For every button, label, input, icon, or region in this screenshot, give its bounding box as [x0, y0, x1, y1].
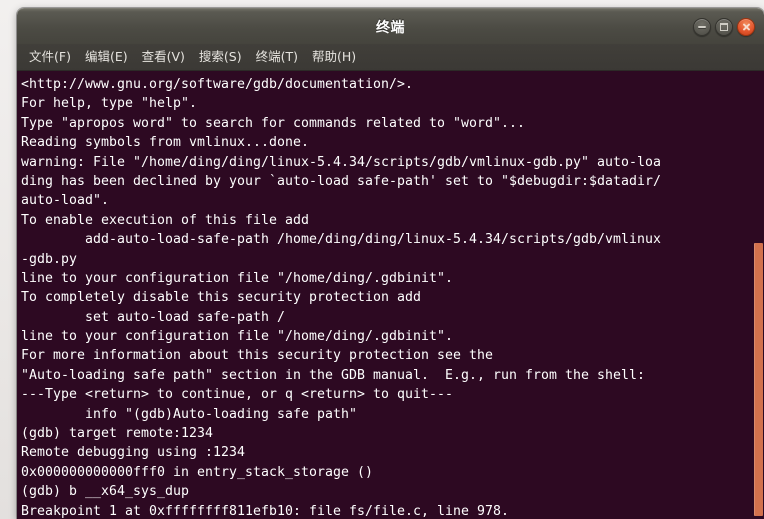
terminal-line: warning: File "/home/ding/ding/linux-5.4…	[21, 154, 661, 170]
terminal-line: Type "apropos word" to search for comman…	[21, 115, 525, 131]
terminal-line: line to your configuration file "/home/d…	[21, 270, 453, 286]
menu-terminal[interactable]: 终端(T)	[249, 48, 305, 67]
terminal-line: line to your configuration file "/home/d…	[21, 329, 453, 345]
terminal-line: auto-load".	[21, 193, 109, 209]
close-icon	[742, 22, 751, 31]
terminal-line: "Auto-loading safe path" section in the …	[21, 367, 645, 383]
terminal-line: set auto-load safe-path /	[21, 309, 285, 325]
terminal-line: -gdb.py	[21, 251, 77, 267]
maximize-icon	[720, 22, 728, 31]
terminal-line: add-auto-load-safe-path /home/ding/ding/…	[21, 232, 661, 248]
menu-edit[interactable]: 编辑(E)	[78, 48, 135, 67]
terminal-line: 0x000000000000fff0 in entry_stack_storag…	[21, 464, 373, 480]
terminal-output[interactable]: <http://www.gnu.org/software/gdb/documen…	[17, 71, 764, 519]
window-controls	[693, 17, 755, 36]
menu-file[interactable]: 文件(F)	[22, 48, 78, 67]
terminal-line: Reading symbols from vmlinux...done.	[21, 135, 309, 151]
menu-search[interactable]: 搜索(S)	[192, 48, 249, 67]
terminal-line: Remote debugging using :1234	[21, 445, 245, 461]
terminal-line: For help, type "help".	[21, 96, 197, 112]
close-button[interactable]	[737, 17, 755, 36]
terminal-scrollbar-thumb[interactable]	[754, 243, 763, 516]
window-title: 终端	[376, 19, 405, 36]
terminal-line: (gdb) b __x64_sys_dup	[21, 484, 189, 500]
menu-bar: 文件(F) 编辑(E) 查看(V) 搜索(S) 终端(T) 帮助(H)	[17, 44, 764, 71]
terminal-line: For more information about this security…	[21, 348, 493, 364]
terminal-line: To completely disable this security prot…	[21, 290, 421, 306]
menu-help[interactable]: 帮助(H)	[305, 48, 363, 67]
terminal-line: info "(gdb)Auto-loading safe path"	[21, 406, 357, 422]
terminal-area[interactable]: <http://www.gnu.org/software/gdb/documen…	[17, 71, 764, 519]
terminal-scrollbar-track[interactable]	[753, 71, 764, 519]
terminal-line: ding has been declined by your `auto-loa…	[21, 173, 661, 189]
maximize-button[interactable]	[715, 17, 733, 36]
menu-view[interactable]: 查看(V)	[135, 48, 192, 67]
desktop-background: 终端 文件(F) 编辑(E) 查看(V) 搜索(S) 终端(T) 帮助(H) <…	[0, 0, 764, 519]
minimize-button[interactable]	[693, 17, 711, 36]
terminal-line: <http://www.gnu.org/software/gdb/documen…	[21, 77, 413, 92]
window-titlebar[interactable]: 终端	[17, 8, 764, 44]
minimize-icon	[698, 25, 706, 28]
terminal-line: (gdb) target remote:1234	[21, 426, 213, 442]
terminal-line: ---Type <return> to continue, or q <retu…	[21, 387, 453, 403]
terminal-line: To enable execution of this file add	[21, 212, 309, 228]
terminal-line: Breakpoint 1 at 0xffffffff811efb10: file…	[21, 503, 509, 519]
terminal-window: 终端 文件(F) 编辑(E) 查看(V) 搜索(S) 终端(T) 帮助(H) <…	[17, 8, 764, 519]
